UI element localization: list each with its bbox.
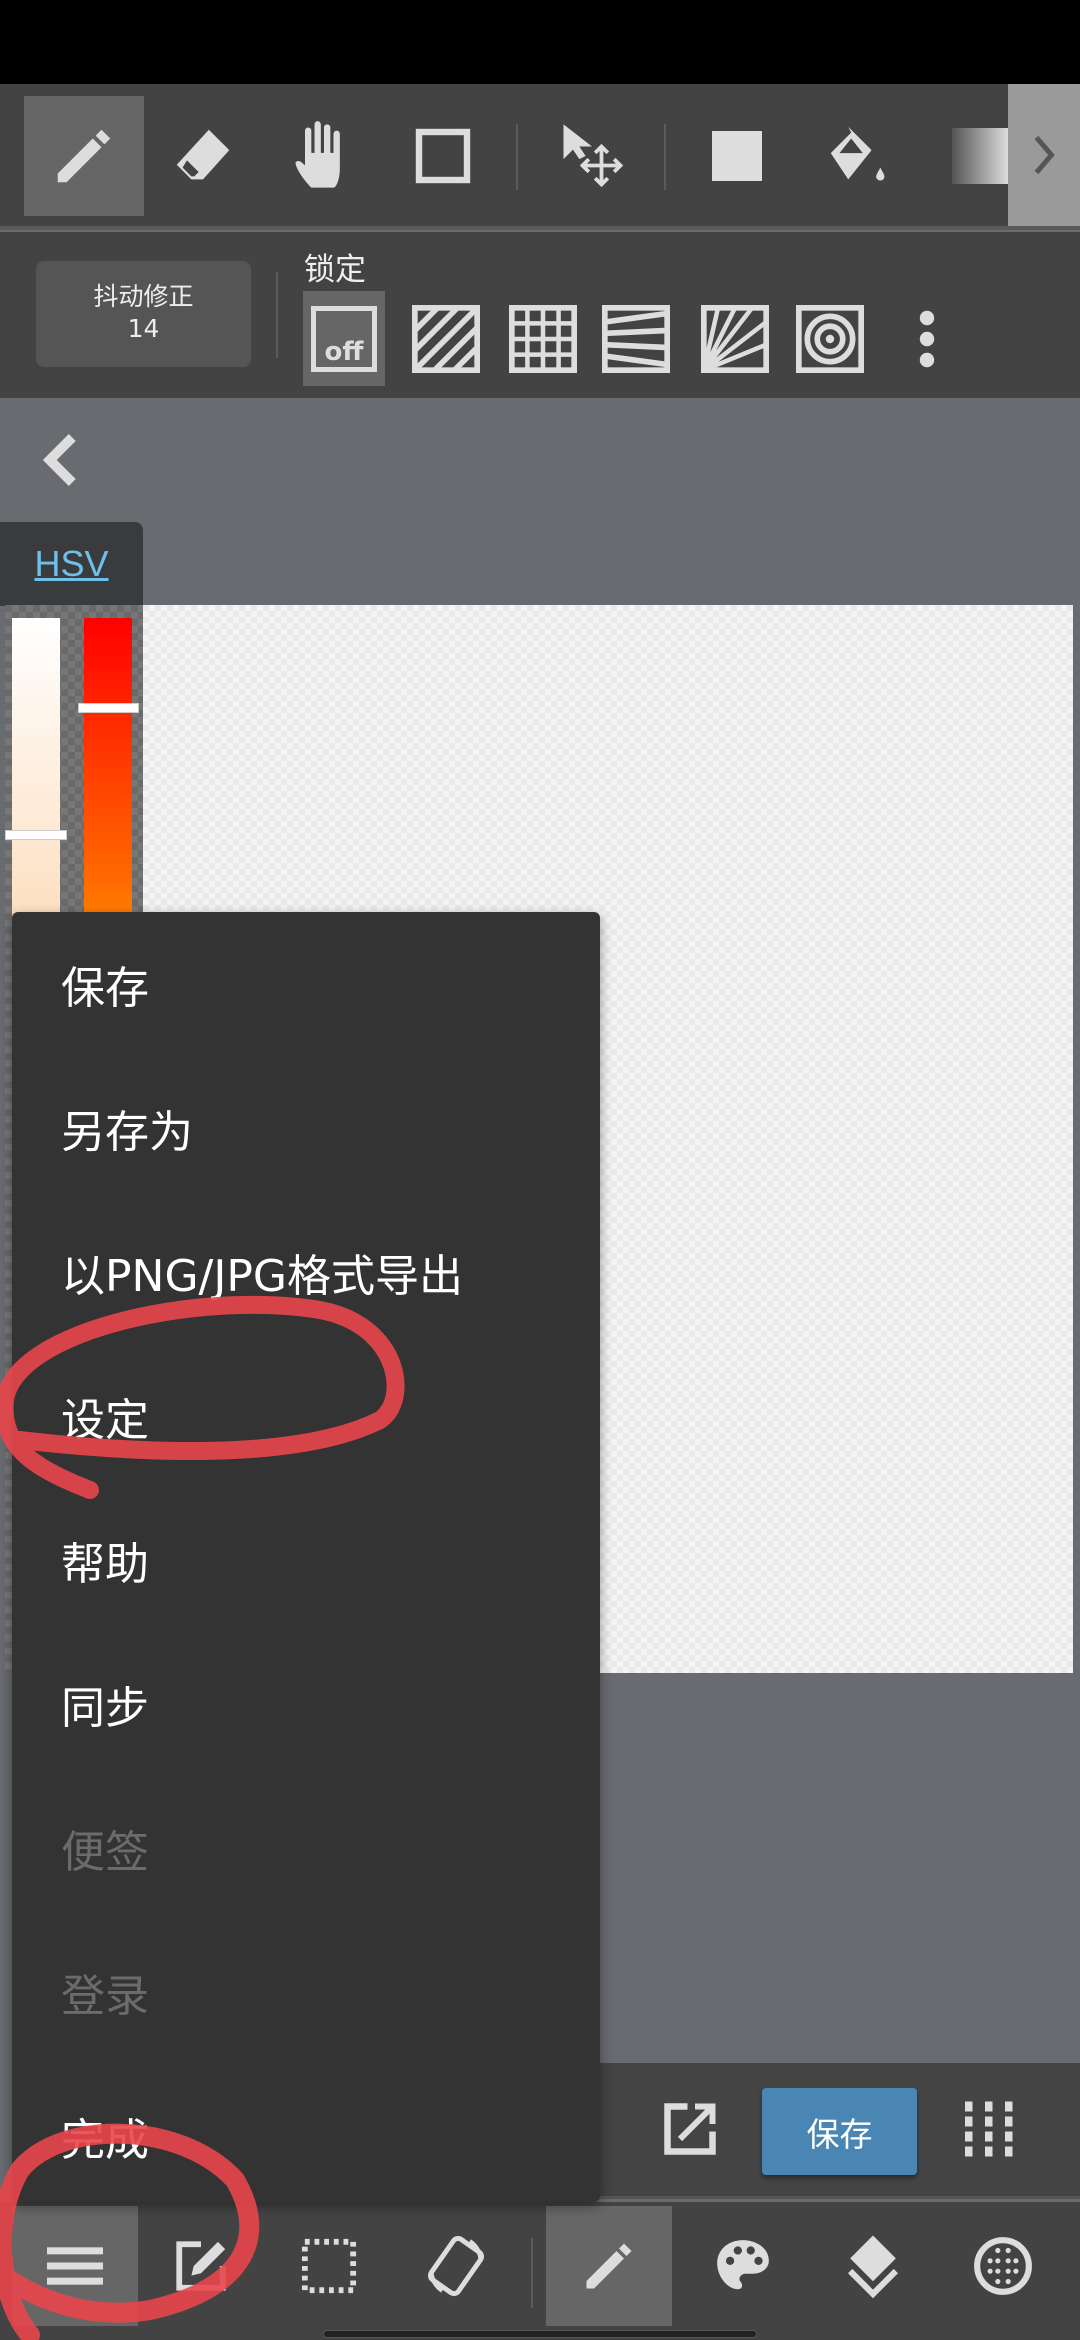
- collapse-panel-button[interactable]: [36, 430, 86, 490]
- menu-item-settings[interactable]: 设定: [12, 1344, 600, 1488]
- radial-lines-icon: [701, 304, 769, 373]
- menu-item-done[interactable]: 完成: [12, 2064, 600, 2208]
- eraser-icon: [176, 129, 230, 180]
- rotate-icon: [427, 2235, 485, 2297]
- grid-menu-button[interactable]: [960, 2099, 1020, 2163]
- material-icon: [974, 2237, 1032, 2295]
- layers-icon: [847, 2235, 899, 2299]
- chevron-right-icon: [1034, 135, 1055, 175]
- lock-label: 锁定: [304, 252, 366, 288]
- save-button[interactable]: 保存: [762, 2088, 917, 2175]
- save-button-label: 保存: [806, 2114, 873, 2154]
- pencil-icon: [586, 2243, 632, 2289]
- hsv-tab[interactable]: HSV: [0, 522, 143, 606]
- grid-icon: [509, 304, 577, 373]
- gradient-icon: [952, 128, 1008, 184]
- menu-item-export-png-jpg[interactable]: 以PNG/JPG格式导出: [12, 1200, 600, 1344]
- menu-icon: [47, 2247, 103, 2285]
- lock-perspective-button[interactable]: [595, 291, 677, 386]
- lock-grid-button[interactable]: [502, 291, 584, 386]
- dots-grid-icon: [965, 2101, 1013, 2157]
- bottom-nav: [0, 2202, 1080, 2340]
- lock-more-button[interactable]: [886, 291, 968, 386]
- fill-color-button[interactable]: [677, 96, 797, 216]
- stabilizer-button[interactable]: 抖动修正 14: [36, 261, 251, 367]
- menu-item-login: 登录: [61, 1971, 149, 2022]
- export-icon: [664, 2103, 716, 2155]
- home-indicator[interactable]: [323, 2330, 757, 2338]
- nav-brush-button[interactable]: [546, 2206, 672, 2326]
- tool-toolbar: [0, 84, 1080, 230]
- stabilizer-label: 抖动修正: [93, 282, 194, 311]
- hand-icon: [295, 121, 340, 188]
- nav-color-button[interactable]: [680, 2206, 806, 2326]
- fill-square-icon: [712, 131, 762, 181]
- perspective-icon: [602, 304, 670, 373]
- concentric-icon: [796, 304, 864, 373]
- move-tool-button[interactable]: [532, 96, 652, 216]
- nav-edit-button[interactable]: [138, 2206, 264, 2326]
- hue-slider-handle[interactable]: [78, 703, 139, 713]
- gradient-tool-button[interactable]: [918, 96, 1008, 216]
- status-bar: [0, 0, 1080, 84]
- menu-item-sync[interactable]: 同步: [12, 1632, 600, 1776]
- menu-item-help[interactable]: 帮助: [12, 1488, 600, 1632]
- selection-icon: [301, 2238, 357, 2294]
- action-bar: 保存: [600, 2063, 1080, 2199]
- pencil-icon: [57, 129, 111, 183]
- nav-selection-button[interactable]: [266, 2206, 392, 2326]
- hsv-tab-label: HSV: [34, 543, 109, 584]
- eraser-tool-button[interactable]: [143, 96, 263, 216]
- lock-parallel-button[interactable]: [405, 291, 487, 386]
- chevron-left-icon: [42, 434, 76, 486]
- saturation-slider-handle[interactable]: [5, 830, 67, 840]
- lock-concentric-button[interactable]: [789, 291, 871, 386]
- stabilizer-toolbar: 抖动修正 14 锁定 off: [0, 232, 1080, 398]
- parallel-lines-icon: [412, 304, 480, 373]
- shape-tool-button[interactable]: [383, 96, 503, 216]
- menu-item-notes: 便签: [61, 1827, 149, 1878]
- export-button[interactable]: [660, 2099, 720, 2163]
- file-menu: 保存 另存为 以PNG/JPG格式导出 设定 帮助 同步 便签 登录 完成: [12, 912, 600, 2202]
- stabilizer-value: 14: [127, 314, 160, 343]
- bucket-tool-button[interactable]: [797, 96, 917, 216]
- nav-material-button[interactable]: [940, 2206, 1066, 2326]
- nav-menu-button[interactable]: [12, 2206, 138, 2326]
- menu-item-save[interactable]: 保存: [12, 912, 600, 1056]
- lock-off-button[interactable]: off: [303, 291, 385, 386]
- edit-icon: [176, 2241, 226, 2291]
- bucket-icon: [830, 126, 885, 181]
- nav-layers-button[interactable]: [810, 2206, 936, 2326]
- off-icon: off: [311, 305, 377, 372]
- rectangle-icon: [415, 128, 471, 184]
- hand-tool-button[interactable]: [264, 96, 384, 216]
- more-vertical-icon: [919, 310, 935, 367]
- menu-item-save-as[interactable]: 另存为: [12, 1056, 600, 1200]
- select-move-icon: [563, 124, 624, 188]
- lock-radial-button[interactable]: [694, 291, 776, 386]
- nav-rotate-button[interactable]: [393, 2206, 519, 2326]
- more-tools-button[interactable]: [1008, 84, 1080, 226]
- palette-icon: [717, 2240, 769, 2290]
- pencil-tool-button[interactable]: [24, 96, 144, 216]
